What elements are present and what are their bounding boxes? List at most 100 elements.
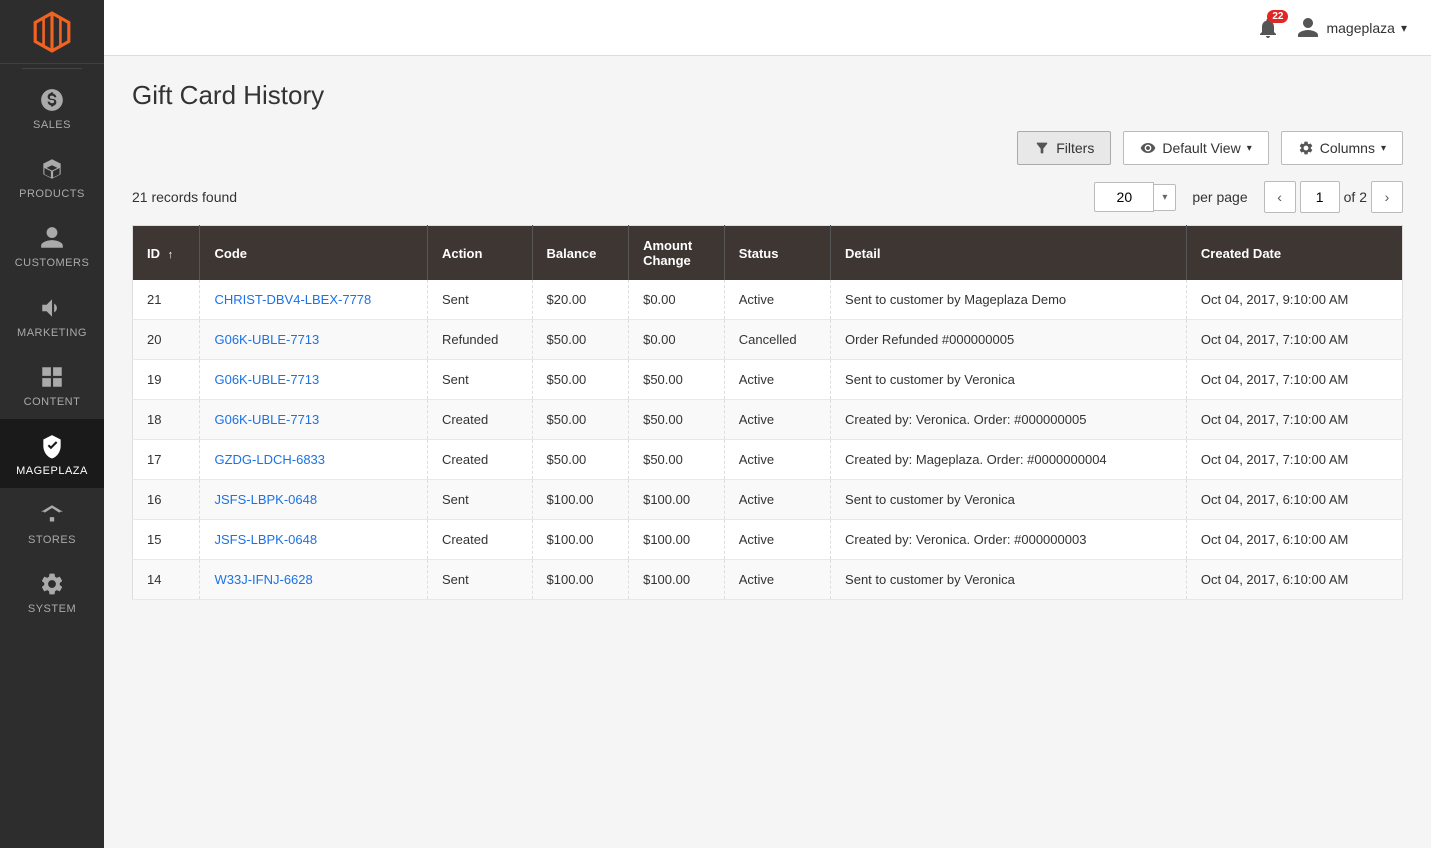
- col-detail[interactable]: Detail: [831, 226, 1187, 281]
- cell-status: Active: [724, 520, 830, 560]
- cell-status: Active: [724, 400, 830, 440]
- user-chevron-icon: ▾: [1401, 21, 1407, 35]
- cell-code[interactable]: JSFS-LBPK-0648: [200, 480, 427, 520]
- filters-button-label: Filters: [1056, 140, 1094, 156]
- cell-amount-change: $100.00: [629, 560, 725, 600]
- table-row: 17 GZDG-LDCH-6833 Created $50.00 $50.00 …: [133, 440, 1403, 480]
- sidebar-item-customers-label: CUSTOMERS: [15, 257, 90, 270]
- cell-action: Created: [427, 400, 532, 440]
- cell-amount-change: $0.00: [629, 280, 725, 320]
- cell-code[interactable]: G06K-UBLE-7713: [200, 320, 427, 360]
- sidebar-item-products[interactable]: PRODUCTS: [0, 142, 104, 211]
- topbar: 22 mageplaza ▾: [104, 0, 1431, 56]
- cell-detail: Sent to customer by Mageplaza Demo: [831, 280, 1187, 320]
- cell-action: Refunded: [427, 320, 532, 360]
- default-view-button[interactable]: Default View ▾: [1123, 131, 1268, 165]
- code-link[interactable]: JSFS-LBPK-0648: [214, 532, 317, 547]
- cell-status: Active: [724, 360, 830, 400]
- code-link[interactable]: GZDG-LDCH-6833: [214, 452, 325, 467]
- columns-button[interactable]: Columns ▾: [1281, 131, 1403, 165]
- cell-code[interactable]: CHRIST-DBV4-LBEX-7778: [200, 280, 427, 320]
- cell-detail: Sent to customer by Veronica: [831, 480, 1187, 520]
- table-row: 14 W33J-IFNJ-6628 Sent $100.00 $100.00 A…: [133, 560, 1403, 600]
- per-page-dropdown[interactable]: 20 50 100 200: [1094, 182, 1154, 212]
- sidebar-item-customers[interactable]: CUSTOMERS: [0, 211, 104, 280]
- cell-detail: Created by: Veronica. Order: #000000005: [831, 400, 1187, 440]
- table-row: 20 G06K-UBLE-7713 Refunded $50.00 $0.00 …: [133, 320, 1403, 360]
- cell-created-date: Oct 04, 2017, 6:10:00 AM: [1186, 560, 1402, 600]
- sidebar-item-system[interactable]: SYSTEM: [0, 557, 104, 626]
- cell-amount-change: $100.00: [629, 480, 725, 520]
- cell-action: Sent: [427, 560, 532, 600]
- cell-balance: $50.00: [532, 360, 629, 400]
- sidebar-item-marketing-label: MARKETING: [17, 327, 87, 340]
- view-icon: [1140, 140, 1156, 156]
- user-name: mageplaza: [1326, 20, 1395, 36]
- cell-detail: Created by: Veronica. Order: #000000003: [831, 520, 1187, 560]
- box-icon: [39, 156, 65, 182]
- col-created-date[interactable]: Created Date: [1186, 226, 1402, 281]
- prev-page-button[interactable]: ‹: [1264, 181, 1296, 213]
- col-action[interactable]: Action: [427, 226, 532, 281]
- sidebar-item-stores[interactable]: STORES: [0, 488, 104, 557]
- per-page-select[interactable]: 20 50 100 200 ▾: [1094, 182, 1176, 212]
- cell-id: 14: [133, 560, 200, 600]
- filters-button[interactable]: Filters: [1017, 131, 1111, 165]
- code-link[interactable]: W33J-IFNJ-6628: [214, 572, 312, 587]
- sidebar-item-system-label: SYSTEM: [28, 603, 76, 616]
- cell-code[interactable]: JSFS-LBPK-0648: [200, 520, 427, 560]
- columns-chevron-icon: ▾: [1381, 143, 1386, 154]
- table-row: 19 G06K-UBLE-7713 Sent $50.00 $50.00 Act…: [133, 360, 1403, 400]
- cell-amount-change: $100.00: [629, 520, 725, 560]
- table-row: 18 G06K-UBLE-7713 Created $50.00 $50.00 …: [133, 400, 1403, 440]
- cell-detail: Sent to customer by Veronica: [831, 560, 1187, 600]
- cell-amount-change: $50.00: [629, 360, 725, 400]
- per-page-arrow-icon[interactable]: ▾: [1154, 184, 1176, 211]
- cell-code[interactable]: W33J-IFNJ-6628: [200, 560, 427, 600]
- sidebar-item-mageplaza[interactable]: MAGEPLAZA: [0, 419, 104, 488]
- topbar-right: 22 mageplaza ▾: [1256, 16, 1407, 40]
- code-link[interactable]: JSFS-LBPK-0648: [214, 492, 317, 507]
- cell-id: 18: [133, 400, 200, 440]
- sort-icon: ↑: [168, 249, 174, 261]
- pagination: 20 50 100 200 ▾ per page ‹ of 2 ›: [1094, 181, 1403, 213]
- sidebar-item-stores-label: STORES: [28, 534, 76, 547]
- filter-icon: [1034, 140, 1050, 156]
- next-page-button[interactable]: ›: [1371, 181, 1403, 213]
- sidebar-item-content[interactable]: CONTENT: [0, 350, 104, 419]
- cell-created-date: Oct 04, 2017, 7:10:00 AM: [1186, 320, 1402, 360]
- cell-action: Sent: [427, 480, 532, 520]
- page-title: Gift Card History: [132, 80, 1403, 111]
- notifications-button[interactable]: 22: [1256, 16, 1280, 40]
- user-menu-button[interactable]: mageplaza ▾: [1296, 16, 1407, 40]
- page-nav: ‹ of 2 ›: [1264, 181, 1403, 213]
- col-status[interactable]: Status: [724, 226, 830, 281]
- col-amount-change[interactable]: AmountChange: [629, 226, 725, 281]
- dollar-icon: [39, 87, 65, 113]
- cell-action: Created: [427, 440, 532, 480]
- code-link[interactable]: G06K-UBLE-7713: [214, 372, 319, 387]
- user-avatar-icon: [1296, 16, 1320, 40]
- cell-balance: $100.00: [532, 480, 629, 520]
- page-number-input[interactable]: [1300, 181, 1340, 213]
- col-balance[interactable]: Balance: [532, 226, 629, 281]
- cell-id: 20: [133, 320, 200, 360]
- cell-code[interactable]: G06K-UBLE-7713: [200, 360, 427, 400]
- col-id[interactable]: ID ↑: [133, 226, 200, 281]
- cell-code[interactable]: GZDG-LDCH-6833: [200, 440, 427, 480]
- cell-balance: $50.00: [532, 320, 629, 360]
- sidebar-item-marketing[interactable]: MARKETING: [0, 281, 104, 350]
- toolbar: Filters Default View ▾ Columns ▾: [132, 131, 1403, 165]
- code-link[interactable]: CHRIST-DBV4-LBEX-7778: [214, 292, 371, 307]
- data-table: ID ↑ Code Action Balance AmountChange St…: [132, 225, 1403, 600]
- code-link[interactable]: G06K-UBLE-7713: [214, 412, 319, 427]
- cell-balance: $100.00: [532, 560, 629, 600]
- col-code[interactable]: Code: [200, 226, 427, 281]
- cell-action: Sent: [427, 280, 532, 320]
- app-logo[interactable]: [0, 0, 104, 64]
- sidebar-item-sales[interactable]: SALES: [0, 73, 104, 142]
- code-link[interactable]: G06K-UBLE-7713: [214, 332, 319, 347]
- cell-created-date: Oct 04, 2017, 7:10:00 AM: [1186, 440, 1402, 480]
- cell-code[interactable]: G06K-UBLE-7713: [200, 400, 427, 440]
- cell-detail: Order Refunded #000000005: [831, 320, 1187, 360]
